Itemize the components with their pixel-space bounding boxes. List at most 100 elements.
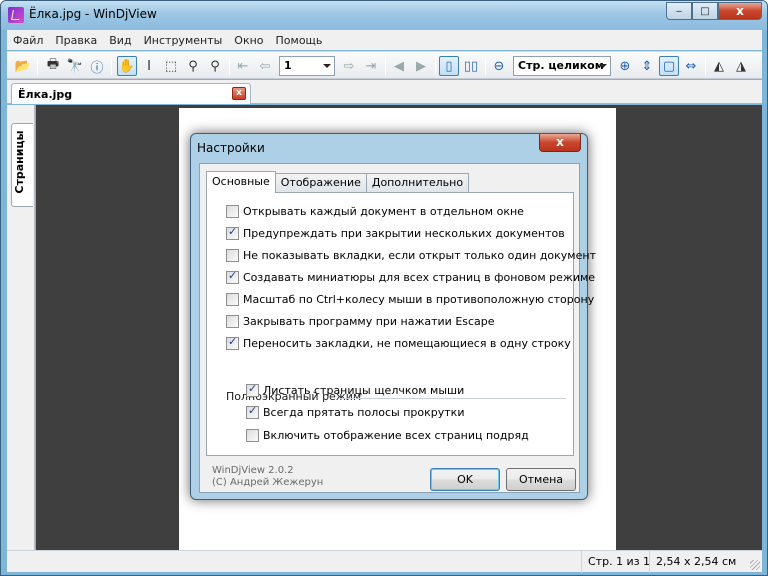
checkbox-icon[interactable] [226,335,239,350]
option-checkbox[interactable]: Масштаб по Ctrl+колесу мыши в противопол… [226,293,594,306]
zoom-in-icon[interactable]: ⊕ [615,56,635,76]
checkbox-icon[interactable] [246,382,259,397]
next-page-icon[interactable]: ⇨ [339,56,359,76]
settings-dialog: Настройки x Основные Отображение Дополни… [190,133,596,500]
option-checkbox[interactable]: Предупреждать при закрытии нескольких до… [226,225,565,240]
print-icon[interactable]: 🖶 [43,56,63,76]
select-text-icon[interactable]: I [139,56,159,76]
fullscreen-option-checkbox[interactable]: Включить отображение всех страниц подряд [246,429,529,442]
chevron-down-icon [599,64,607,68]
option-label: Листать страницы щелчком мыши [263,384,465,397]
checkbox-icon[interactable] [226,225,239,240]
menu-help[interactable]: Помощь [270,34,329,47]
option-checkbox[interactable]: Закрывать программу при нажатии Escape [226,315,495,328]
tab-close-icon[interactable]: x [232,87,246,100]
option-checkbox[interactable]: Переносить закладки, не помещающиеся в о… [226,335,571,350]
option-label: Масштаб по Ctrl+колесу мыши в противопол… [243,293,595,306]
zoom-icon[interactable]: ⚲ [183,56,203,76]
page-number-value: 1 [284,59,292,72]
menu-window[interactable]: Окно [228,34,269,47]
dialog-body: Основные Отображение Дополнительно Откры… [199,163,596,493]
group-divider [340,398,566,399]
menu-file[interactable]: Файл [7,34,49,47]
menu-view[interactable]: Вид [103,34,137,47]
version-text: WinDjView 2.0.2 [212,465,294,476]
find-icon[interactable]: 🔭 [65,56,85,76]
ok-button[interactable]: OK [430,468,500,491]
cancel-button[interactable]: Отмена [506,468,576,491]
option-label: Не показывать вкладки, если открыт тольк… [243,249,596,262]
info-icon[interactable]: ⓘ [87,56,107,76]
checkbox-icon[interactable] [226,269,239,284]
back-icon[interactable]: ◀ [389,56,409,76]
first-page-icon[interactable]: ⇤ [233,56,253,76]
toolbar: 📂 🖶 🔭 ⓘ ✋ I ⬚ ⚲ ⚲ ⇤ ⇦ 1 ⇨ ⇥ ◀ ▶ ▯ ▯▯ ⊖ С… [7,51,762,79]
page-number-combo[interactable]: 1 [279,56,335,76]
zoom-out-icon[interactable]: ⊖ [489,56,509,76]
tab-general[interactable]: Основные [206,171,276,193]
checkbox-icon[interactable] [226,293,239,306]
document-tab-bar: Ёлка.jpg x [7,80,762,104]
option-checkbox[interactable]: Создавать миниатюры для всех страниц в ф… [226,269,596,284]
option-label: Всегда прятать полосы прокрутки [263,406,465,419]
last-page-icon[interactable]: ⇥ [361,56,381,76]
rotate-left-icon[interactable]: ◭ [709,56,729,76]
hand-icon[interactable]: ✋ [117,56,137,76]
option-checkbox[interactable]: Открывать каждый документ в отдельном ок… [226,205,524,218]
menu-edit[interactable]: Правка [49,34,103,47]
fullscreen-option-checkbox[interactable]: Листать страницы щелчком мыши [246,382,465,397]
status-size: 2,54 x 2,54 см [649,551,749,573]
checkbox-icon[interactable] [226,205,239,218]
option-label: Предупреждать при закрытии нескольких до… [243,227,565,240]
tab-panel: Открывать каждый документ в отдельном ок… [206,192,596,456]
sidebar-tab-pages[interactable]: Страницы [11,123,33,207]
facing-pages-icon[interactable]: ▯▯ [461,56,481,76]
window-title: Ёлка.jpg - WinDjView [29,7,157,21]
checkbox-icon[interactable] [246,429,259,442]
minimize-button[interactable]: ‒ [666,2,692,20]
select-rect-icon[interactable]: ⬚ [161,56,181,76]
forward-icon[interactable]: ▶ [411,56,431,76]
app-icon[interactable] [8,7,24,23]
menu-bar: Файл Правка Вид Инструменты Окно Помощь [7,30,762,50]
title-bar[interactable]: Ёлка.jpg - WinDjView ‒ □ x [1,1,767,30]
rotate-icon[interactable]: ⇔ [681,56,701,76]
status-page: Стр. 1 из 1 [581,551,656,573]
copyright-text: (C) Андрей Жежерун [212,477,324,488]
option-label: Закрывать программу при нажатии Escape [243,315,495,328]
version-info: WinDjView 2.0.2 (C) Андрей Жежерун [212,465,323,489]
prev-page-icon[interactable]: ⇦ [255,56,275,76]
option-label: Включить отображение всех страниц подряд [263,429,529,442]
menu-tools[interactable]: Инструменты [138,34,229,47]
checkbox-icon[interactable] [226,249,239,262]
zoom-mode-value: Стр. целиком [518,59,604,72]
dialog-tabs: Основные Отображение Дополнительно [206,171,470,193]
close-button[interactable]: x [718,2,762,20]
open-icon[interactable]: 📂 [13,56,33,76]
fit-page-icon[interactable]: ▢ [659,56,679,76]
document-tab[interactable]: Ёлка.jpg x [11,83,251,104]
status-bar: Стр. 1 из 1 2,54 x 2,54 см [7,550,762,573]
fullscreen-option-checkbox[interactable]: Всегда прятать полосы прокрутки [246,404,465,419]
tab-advanced[interactable]: Дополнительно [365,173,470,193]
option-label: Открывать каждый документ в отдельном ок… [243,205,524,218]
dialog-close-button[interactable]: x [539,134,581,152]
tab-display[interactable]: Отображение [274,173,367,193]
chevron-down-icon [323,64,331,68]
dialog-title: Настройки [197,141,265,155]
single-page-icon[interactable]: ▯ [439,56,459,76]
rotate-right-icon[interactable]: ◮ [731,56,751,76]
option-label: Создавать миниатюры для всех страниц в ф… [243,271,596,284]
sidebar-tab-label: Страницы [13,130,26,194]
fit-width-icon[interactable]: ⇕ [637,56,657,76]
checkbox-icon[interactable] [226,315,239,328]
zoom-combo[interactable]: Стр. целиком [513,56,611,76]
side-panel: Страницы [7,105,35,550]
option-label: Переносить закладки, не помещающиеся в о… [243,337,571,350]
checkbox-icon[interactable] [246,404,259,419]
resize-grip[interactable] [750,560,760,570]
maximize-button[interactable]: □ [692,2,718,20]
document-tab-label: Ёлка.jpg [18,88,73,101]
magnify-icon[interactable]: ⚲ [205,56,225,76]
option-checkbox[interactable]: Не показывать вкладки, если открыт тольк… [226,249,596,262]
